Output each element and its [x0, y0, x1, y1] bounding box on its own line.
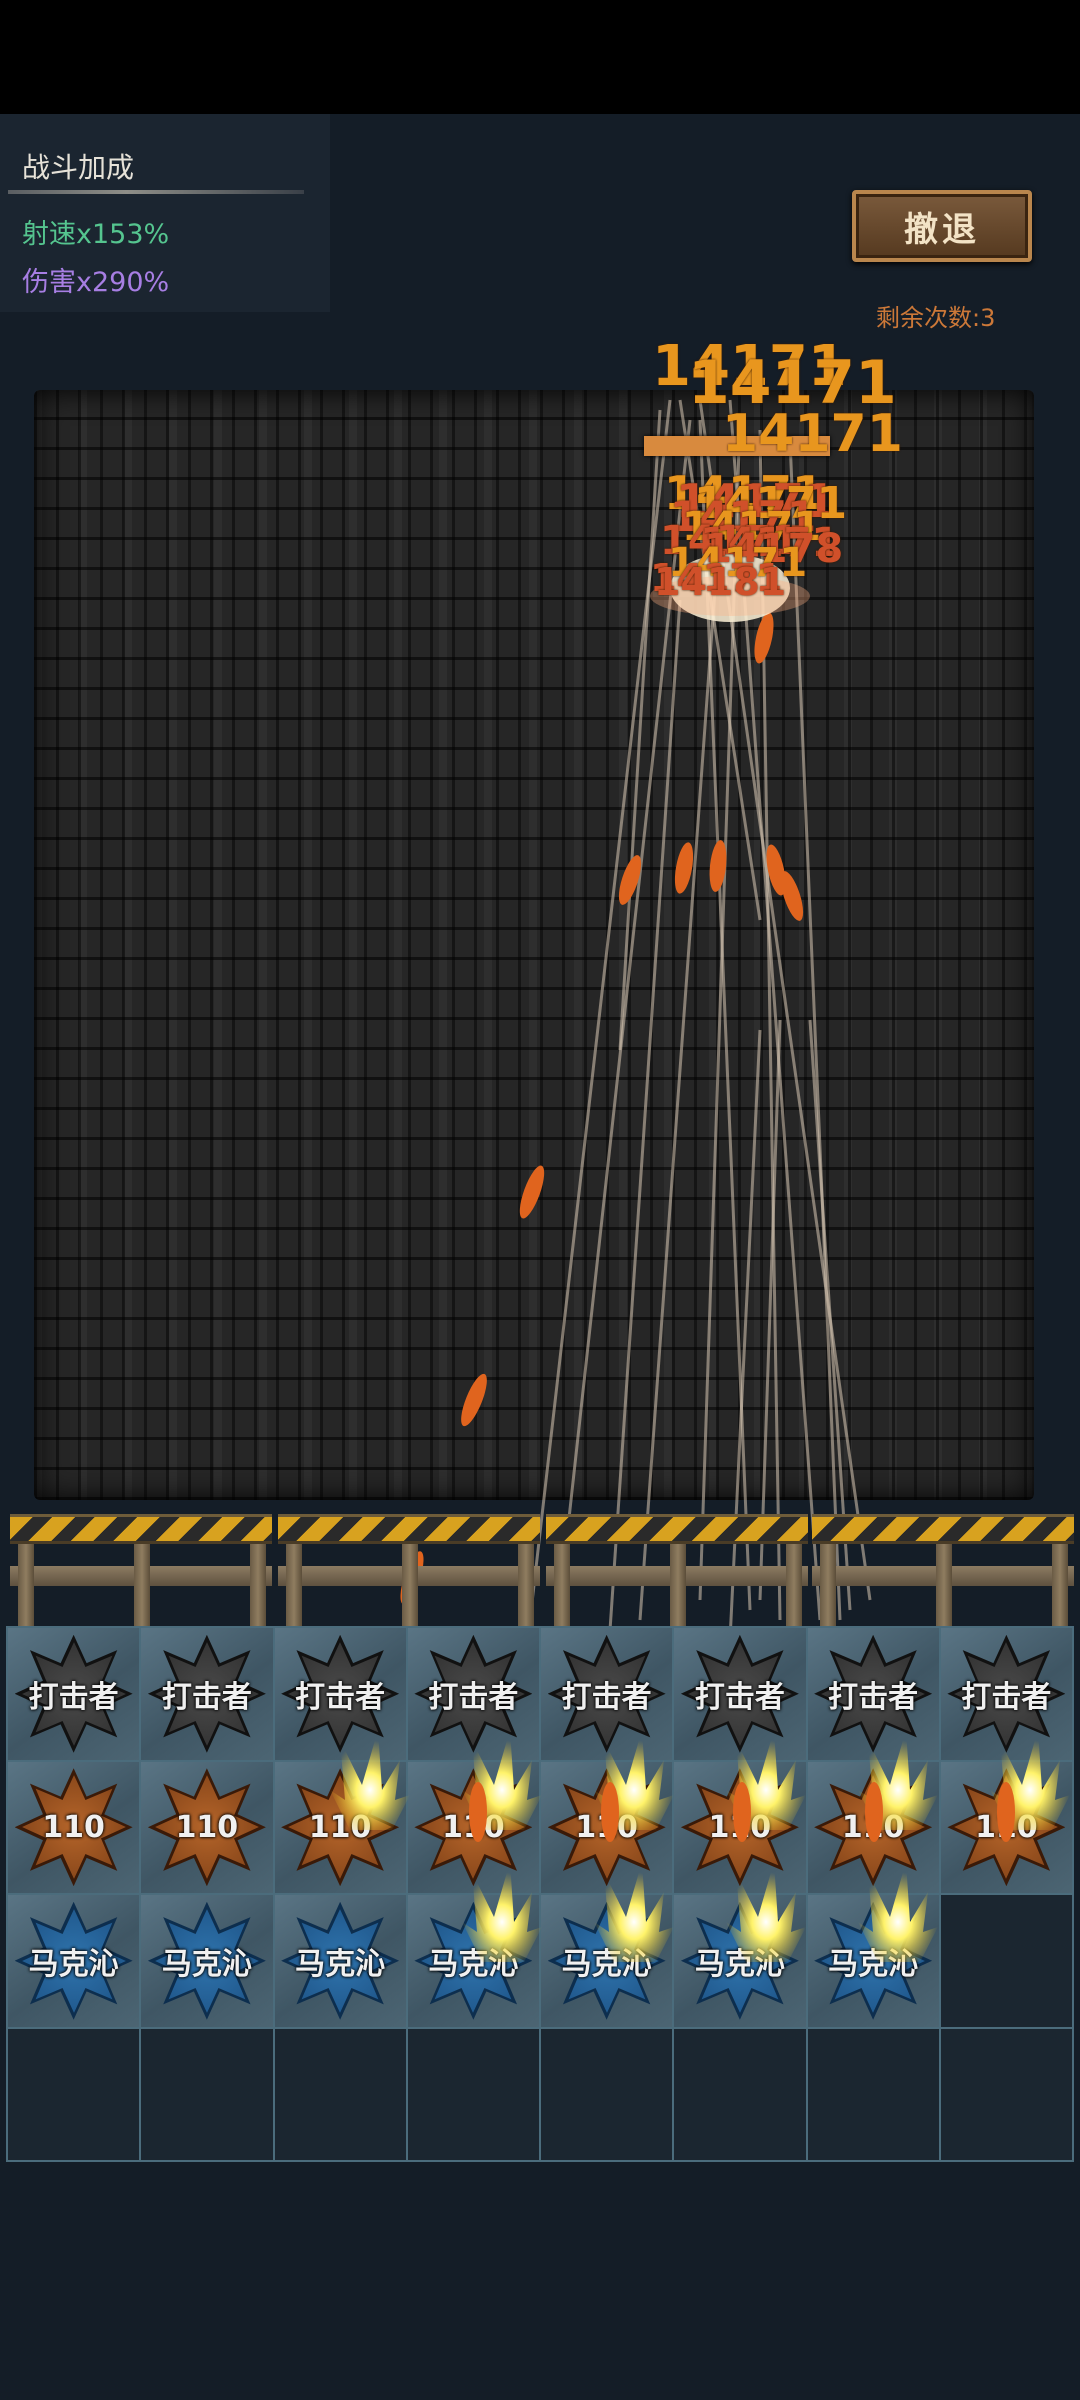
- empty-grid-cell[interactable]: [674, 2028, 808, 2162]
- grid-cell[interactable]: 110: [807, 1761, 941, 1895]
- damage-number: 14171: [722, 404, 903, 464]
- barricade-icon: [10, 1514, 272, 1544]
- damage-bonus: 伤害x290%: [22, 267, 170, 298]
- grid-cell[interactable]: 110: [674, 1761, 808, 1895]
- maxim-turret-icon: 马克沁: [681, 1902, 799, 2020]
- grid-cell[interactable]: 打击者: [8, 1628, 142, 1762]
- damage-number: 14181: [654, 560, 787, 604]
- turret-grid: 打击者 打击者 打击者 打击者 打击者 打击者 打击者 打击者 110 110 …: [6, 1626, 1074, 2162]
- grid-cell[interactable]: 打击者: [407, 1628, 541, 1762]
- level-turret-icon: 110: [814, 1768, 932, 1886]
- turret-label: 打击者: [28, 1679, 119, 1715]
- barricade: [278, 1514, 540, 1626]
- turret-label: 打击者: [161, 1679, 252, 1715]
- maxim-turret-icon: 马克沁: [548, 1902, 666, 2020]
- grid-cell[interactable]: 110: [541, 1761, 675, 1895]
- grid-cell[interactable]: 110: [274, 1761, 408, 1895]
- striker-turret-icon: 打击者: [947, 1635, 1065, 1753]
- level-turret-icon: 110: [947, 1768, 1065, 1886]
- level-turret-icon: 110: [148, 1768, 266, 1886]
- battle-arena: [34, 390, 1034, 1500]
- barricade-icon: [546, 1514, 808, 1544]
- divider: [8, 190, 304, 194]
- empty-grid-cell[interactable]: [940, 1895, 1074, 2029]
- empty-grid-cell[interactable]: [940, 2028, 1074, 2162]
- empty-grid-cell[interactable]: [274, 2028, 408, 2162]
- empty-grid-cell[interactable]: [407, 2028, 541, 2162]
- turret-label: 马克沁: [694, 1946, 785, 1982]
- turret-label: 110: [308, 1809, 372, 1845]
- striker-turret-icon: 打击者: [281, 1635, 399, 1753]
- grid-cell[interactable]: 110: [407, 1761, 541, 1895]
- maxim-turret-icon: 马克沁: [281, 1902, 399, 2020]
- fire-rate-bonus: 射速x153%: [22, 219, 170, 250]
- remaining-count: 剩余次数:3: [876, 304, 996, 332]
- level-turret-icon: 110: [414, 1768, 532, 1886]
- maxim-turret-icon: 马克沁: [814, 1902, 932, 2020]
- grid-cell[interactable]: 110: [141, 1761, 275, 1895]
- level-turret-icon: 110: [281, 1768, 399, 1886]
- turret-label: 马克沁: [161, 1946, 252, 1982]
- grid-cell[interactable]: 马克沁: [541, 1895, 675, 2029]
- striker-turret-icon: 打击者: [414, 1635, 532, 1753]
- turret-label: 110: [575, 1809, 638, 1845]
- grid-cell[interactable]: 打击者: [807, 1628, 941, 1762]
- grid-cell[interactable]: 打击者: [674, 1628, 808, 1762]
- grid-cell[interactable]: 打击者: [940, 1628, 1074, 1762]
- turret-label: 马克沁: [428, 1946, 519, 1982]
- turret-label: 打击者: [961, 1679, 1052, 1715]
- turret-label: 马克沁: [28, 1946, 119, 1982]
- turret-label: 110: [175, 1809, 239, 1845]
- level-turret-icon: 110: [681, 1768, 799, 1886]
- turret-label: 马克沁: [561, 1946, 652, 1982]
- barricade: [546, 1514, 808, 1626]
- status-bar: [0, 0, 1080, 114]
- turret-label: 打击者: [295, 1679, 386, 1715]
- striker-turret-icon: 打击者: [15, 1635, 133, 1753]
- grid-cell[interactable]: 马克沁: [141, 1895, 275, 2029]
- turret-label: 110: [442, 1809, 505, 1845]
- turret-label: 110: [841, 1809, 905, 1845]
- empty-grid-cell[interactable]: [8, 2028, 142, 2162]
- grid-cell[interactable]: 打击者: [141, 1628, 275, 1762]
- empty-grid-cell[interactable]: [141, 2028, 275, 2162]
- grid-cell[interactable]: 打击者: [274, 1628, 408, 1762]
- striker-turret-icon: 打击者: [814, 1635, 932, 1753]
- grid-cell[interactable]: 打击者: [541, 1628, 675, 1762]
- retreat-button[interactable]: 撤退: [852, 190, 1032, 262]
- grid-cell[interactable]: 马克沁: [274, 1895, 408, 2029]
- grid-cell[interactable]: 110: [8, 1761, 142, 1895]
- empty-grid-cell[interactable]: [541, 2028, 675, 2162]
- turret-label: 马克沁: [828, 1946, 919, 1982]
- turret-label: 马克沁: [295, 1946, 386, 1982]
- turret-label: 打击者: [428, 1679, 519, 1715]
- turret-label: 打击者: [828, 1679, 919, 1715]
- grid-cell[interactable]: 马克沁: [674, 1895, 808, 2029]
- level-turret-icon: 110: [548, 1768, 666, 1886]
- grid-cell[interactable]: 马克沁: [807, 1895, 941, 2029]
- battle-bonus-title: 战斗加成: [22, 151, 135, 184]
- striker-turret-icon: 打击者: [681, 1635, 799, 1753]
- turret-label: 打击者: [694, 1679, 785, 1715]
- grid-cell[interactable]: 马克沁: [8, 1895, 142, 2029]
- empty-grid-cell[interactable]: [807, 2028, 941, 2162]
- level-turret-icon: 110: [15, 1768, 133, 1886]
- maxim-turret-icon: 马克沁: [148, 1902, 266, 2020]
- turret-label: 110: [975, 1809, 1038, 1845]
- grid-cell[interactable]: 110: [940, 1761, 1074, 1895]
- barricade: [10, 1514, 272, 1626]
- barricade-icon: [278, 1514, 540, 1544]
- turret-label: 打击者: [561, 1679, 652, 1715]
- grid-cell[interactable]: 马克沁: [407, 1895, 541, 2029]
- turret-label: 110: [42, 1809, 105, 1845]
- striker-turret-icon: 打击者: [548, 1635, 666, 1753]
- barricade-icon: [812, 1514, 1074, 1544]
- maxim-turret-icon: 马克沁: [414, 1902, 532, 2020]
- maxim-turret-icon: 马克沁: [15, 1902, 133, 2020]
- striker-turret-icon: 打击者: [148, 1635, 266, 1753]
- turret-label: 110: [708, 1809, 772, 1845]
- barricade: [812, 1514, 1074, 1626]
